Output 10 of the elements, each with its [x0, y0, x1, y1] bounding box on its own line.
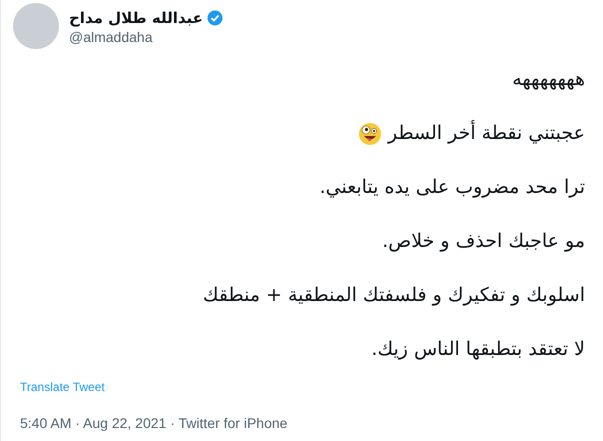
tweet-text-line: هههههههه: [512, 67, 585, 92]
author-handle[interactable]: @almaddaha: [69, 27, 223, 47]
tweet-text-line: لا تعتقد بتطبقها الناس زيك.: [371, 337, 585, 362]
tweet-timestamp: 5:40 AM · Aug 22, 2021 · Twitter for iPhone: [20, 414, 288, 433]
tweet-text-line: مو عاجبك احذف و خلاص.: [382, 229, 585, 254]
avatar[interactable]: [13, 3, 59, 49]
tweet-text-line: ترا محد مضروب على يده يتابعني.: [320, 175, 585, 200]
tweet-text-line: عجبتني نقطة أخر السطر: [388, 120, 585, 146]
tweet-text-line: اسلوبك و تفكيرك و فلسفتك المنطقية + منطقك: [202, 283, 585, 308]
author-name[interactable]: عبدالله طلال مداح: [69, 9, 203, 27]
